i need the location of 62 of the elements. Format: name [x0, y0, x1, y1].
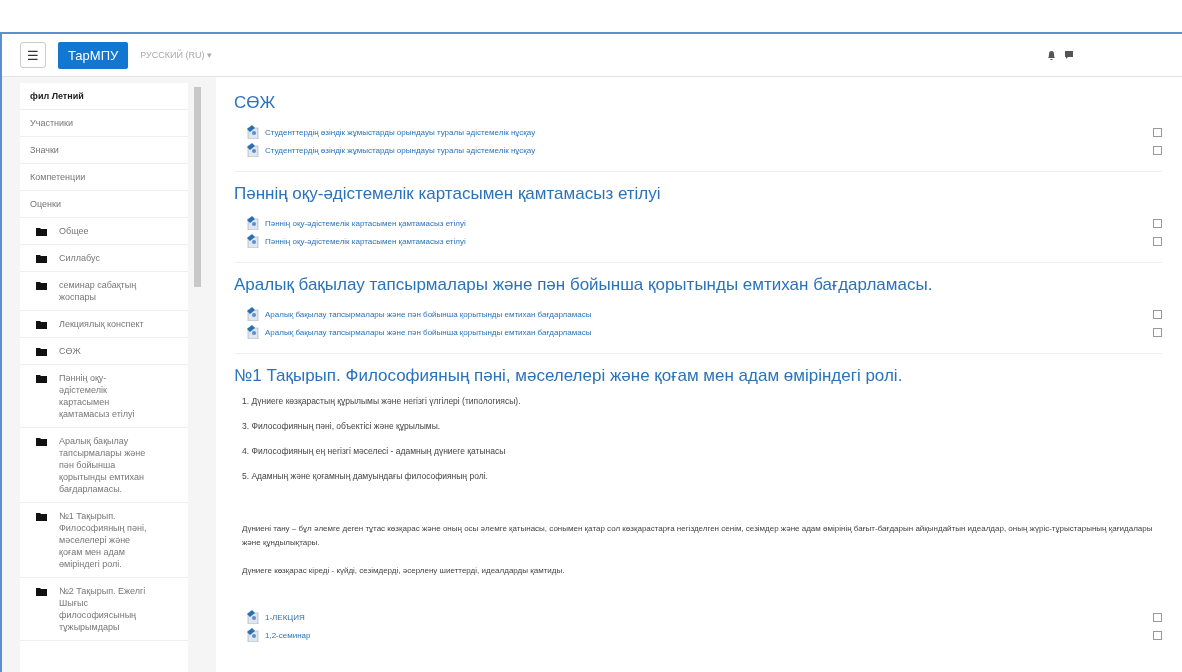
document-icon [246, 143, 259, 157]
completion-checkbox[interactable] [1153, 218, 1162, 228]
completion-checkbox[interactable] [1153, 309, 1162, 319]
topic-line: 3. Философияның пәні, объектісі және құрылымы. [242, 421, 442, 431]
sidebar-item[interactable]: Аралық бақылау тапсырмалары және пән бойынша қорытынды емтихан бағдарламасы. [20, 428, 188, 503]
topic-line: 5. Адамның және қоғамның дамуындағы философияның ролі. [242, 471, 489, 481]
document-icon [246, 610, 259, 624]
sidebar-item[interactable]: Участники [20, 110, 188, 137]
document-icon [246, 628, 259, 642]
folder-icon [36, 437, 47, 446]
document-icon [246, 216, 259, 230]
folder-icon [36, 374, 47, 383]
folder-icon [36, 281, 47, 290]
completion-checkbox[interactable] [1153, 612, 1162, 622]
folder-icon [36, 512, 47, 521]
completion-checkbox[interactable] [1153, 127, 1162, 137]
section-title: СӨЖ [234, 93, 277, 113]
folder-icon [36, 227, 47, 236]
section-title: Пәннің оқу-әдістемелік картасымен қамтамасыз етілуі [234, 184, 662, 204]
scrollbar-thumb[interactable] [194, 87, 201, 287]
resource-link[interactable]: Студенттердің өзіндік жұмыстарды орындауы туралы әдістемелік нұсқау [265, 145, 1147, 155]
folder-icon [36, 320, 47, 329]
completion-checkbox[interactable] [1153, 145, 1162, 155]
menu-button[interactable]: ☰ [20, 42, 46, 68]
topic-line: 4. Философияның ең негізгі мәселесі - адамның дүниеге қатынасы [242, 446, 507, 456]
resource-link[interactable]: Студенттердің өзіндік жұмыстарды орындауы туралы әдістемелік нұсқау [265, 127, 1147, 137]
brand-button[interactable]: ТарМПУ [58, 41, 129, 69]
sidebar-item[interactable]: Значки [20, 137, 188, 164]
folder-icon [36, 347, 47, 356]
sidebar-item[interactable]: Оценки [20, 191, 188, 218]
sidebar-item[interactable]: №2 Тақырып. Ежелгі Шығыс философиясының тұжырымдары [20, 578, 188, 641]
sidebar-item[interactable]: Общее [20, 218, 188, 245]
sidebar-item[interactable]: Компетенции [20, 164, 188, 191]
sidebar-item[interactable]: СӨЖ [20, 338, 188, 365]
sidebar-item[interactable]: фил Летний [20, 83, 188, 110]
resource-link[interactable]: Аралық бақылау тапсырмалары және пән бойынша қорытынды емтихан бағдарламасы [265, 309, 1147, 319]
bell-icon[interactable] [1047, 50, 1056, 60]
document-icon [246, 125, 259, 139]
resource-link[interactable]: Пәннің оқу-әдістемелік картасымен қамтамасыз етілуі [265, 236, 1147, 246]
chat-icon[interactable] [1064, 50, 1074, 60]
sidebar-item[interactable]: Силлабус [20, 245, 188, 272]
section-title: Аралық бақылау тапсырмалары және пән бойынша қорытынды емтихан бағдарламасы. [234, 275, 934, 295]
paragraph: Дүниені тану – бұл әлемге деген тұтас көзқарас және оның осы әлемге қатынасы, сонымен қатар сол көзқарастарға негізделген сенім, сезімдер және адам өмірінің бағыт-бағдарын айқындайтын идеалдар, оның жүріс-тұрыстарының қағидалары және құндылықтары. [242, 523, 1154, 549]
resource-link[interactable]: Аралық бақылау тапсырмалары және пән бойынша қорытынды емтихан бағдарламасы [265, 327, 1147, 337]
resource-link[interactable]: Пәннің оқу-әдістемелік картасымен қамтамасыз етілуі [265, 218, 1147, 228]
topic-line: 1. Дүниеге көзқарастың құрылымы және негізгі үлгілері (типологиясы). [242, 396, 522, 406]
sidebar-item[interactable]: Лекциялық конспект [20, 311, 188, 338]
document-icon [246, 234, 259, 248]
folder-icon [36, 254, 47, 263]
resource-link[interactable]: 1-ЛЕКЦИЯ [265, 612, 1147, 622]
completion-checkbox[interactable] [1153, 327, 1162, 337]
section-title: №1 Тақырып. Философияның пәні, мәселелері және қоғам мен адам өміріндегі ролі. [234, 366, 904, 386]
document-icon [246, 307, 259, 321]
sidebar-item[interactable]: семинар сабақтың жоспары [20, 272, 188, 311]
sidebar-item[interactable]: №1 Тақырып. Философияның пәні, мәселелері және қоғам мен адам өміріндегі ролі. [20, 503, 188, 578]
completion-checkbox[interactable] [1153, 630, 1162, 640]
document-icon [246, 325, 259, 339]
resource-link[interactable]: 1,2-семинар [265, 630, 1147, 640]
paragraph: Дүниеге көзқарас кіреді - күйді, сезімдерді, әсерлену шиеттерді, идеалдарды қамтиды. [242, 565, 566, 577]
folder-icon [36, 587, 47, 596]
completion-checkbox[interactable] [1153, 236, 1162, 246]
sidebar-item[interactable]: Пәннің оқу-әдістемелік картасымен қамтамасыз етілуі [20, 365, 188, 428]
